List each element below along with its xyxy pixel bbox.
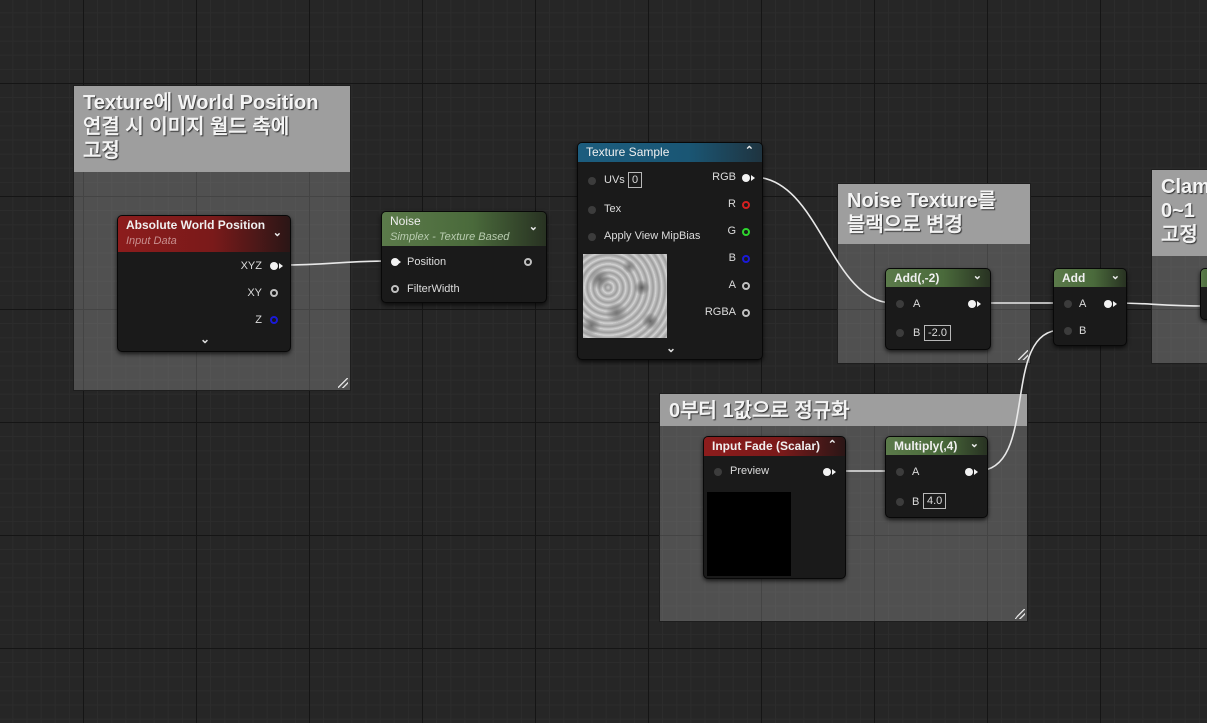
pin-arrow-icon [279, 263, 283, 269]
node-noise[interactable]: Noise Simplex - Texture Based ⌄ Position… [381, 211, 547, 303]
pin-label-b: B [1079, 325, 1087, 337]
pin-z-output[interactable] [270, 316, 278, 324]
node-header[interactable]: Add(,-2) ⌄ [886, 269, 990, 287]
wire-xyz-position [280, 260, 392, 266]
b-value-field[interactable]: -2.0 [924, 325, 951, 341]
texture-preview-image [583, 254, 667, 338]
pin-label-b: B [912, 496, 920, 508]
pin-label-rgba: RGBA [704, 306, 736, 318]
chevron-down-icon[interactable]: ⌄ [970, 437, 979, 450]
node-title: Input Fade (Scalar) [712, 439, 821, 453]
pin-label-a: A [1079, 298, 1087, 310]
pin-label-rgb: RGB [712, 171, 736, 183]
pin-arrow-icon [832, 469, 836, 475]
pin-mipbias-input[interactable] [588, 233, 596, 241]
pin-label-a: A [728, 279, 736, 291]
pin-a-input[interactable] [896, 468, 904, 476]
node-input-fade[interactable]: Input Fade (Scalar) ⌃ Preview [703, 436, 846, 579]
pin-arrow-icon [977, 301, 981, 307]
node-header[interactable]: Absolute World Position Input Data ⌄ [118, 216, 290, 252]
pin-xyz-output[interactable] [270, 262, 278, 270]
chevron-down-icon[interactable]: ⌄ [1111, 269, 1120, 282]
chevron-down-icon[interactable]: ⌄ [529, 220, 538, 233]
pin-a-input[interactable] [1064, 300, 1072, 308]
pin-label-xy: XY [247, 287, 262, 299]
pin-b-input[interactable] [1064, 327, 1072, 335]
pin-label-z: Z [255, 314, 262, 326]
pin-label-tex: Tex [604, 203, 622, 215]
pin-label-mipbias: Apply View MipBias [604, 230, 701, 242]
resize-handle[interactable] [1018, 350, 1028, 360]
chevron-up-icon[interactable]: ⌃ [745, 144, 754, 157]
pin-b-input[interactable] [896, 329, 904, 337]
preview-swatch [707, 492, 791, 576]
pin-b-input[interactable] [896, 498, 904, 506]
node-header[interactable]: Multiply(,4) ⌄ [886, 437, 987, 455]
pin-label-a: A [912, 466, 920, 478]
node-title: Noise [390, 214, 421, 228]
pin-label-xyz: XYZ [240, 260, 262, 272]
pin-rgba-output[interactable] [742, 309, 750, 317]
pin-a-input[interactable] [896, 300, 904, 308]
wire-add-clamp [1115, 302, 1207, 307]
node-subtitle: Simplex - Texture Based [390, 231, 510, 243]
node-title: Absolute World Position [126, 218, 266, 232]
node-add-neg2[interactable]: Add(,-2) ⌄ A B -2.0 [885, 268, 991, 350]
b-value-field[interactable]: 4.0 [923, 493, 947, 509]
chevron-down-icon[interactable]: ⌄ [973, 269, 982, 282]
node-title: Multiply(,4) [894, 439, 958, 453]
pin-output[interactable] [968, 300, 976, 308]
chevron-down-icon[interactable]: ⌄ [200, 332, 210, 346]
node-subtitle: Input Data [126, 235, 177, 247]
pin-label-preview: Preview [730, 465, 770, 477]
node-header[interactable]: Add ⌄ [1054, 269, 1126, 287]
pin-output[interactable] [1104, 300, 1112, 308]
pin-arrow-icon [397, 259, 401, 265]
pin-label-position: Position [407, 256, 447, 268]
node-absolute-world-position[interactable]: Absolute World Position Input Data ⌄ XYZ… [117, 215, 291, 352]
pin-arrow-icon [751, 175, 755, 181]
chevron-down-icon[interactable]: ⌄ [666, 341, 676, 355]
uvs-value-field[interactable]: 0 [628, 172, 643, 188]
pin-label-uvs: UVs [604, 174, 625, 186]
wire-rgb-add [752, 176, 894, 304]
pin-rgb-output[interactable] [742, 174, 750, 182]
node-header [1201, 269, 1207, 287]
pin-label-g: G [727, 225, 736, 237]
pin-preview-input[interactable] [714, 468, 722, 476]
pin-output[interactable] [524, 258, 532, 266]
pin-arrow-icon [1113, 301, 1117, 307]
node-add[interactable]: Add ⌄ A B [1053, 268, 1127, 346]
pin-filterwidth-input[interactable] [391, 285, 399, 293]
node-clamp-partial[interactable] [1200, 268, 1207, 320]
pin-tex-input[interactable] [588, 206, 596, 214]
pin-output[interactable] [965, 468, 973, 476]
pin-arrow-icon [974, 469, 978, 475]
pin-label-r: R [728, 198, 736, 210]
node-header[interactable]: Noise Simplex - Texture Based ⌄ [382, 212, 546, 246]
pin-r-output[interactable] [742, 201, 750, 209]
node-title: Texture Sample [586, 145, 670, 159]
pin-label-b: B [913, 327, 921, 339]
pin-a-output[interactable] [742, 282, 750, 290]
node-title: Add(,-2) [894, 271, 940, 285]
node-header[interactable]: Input Fade (Scalar) ⌃ [704, 437, 845, 456]
node-multiply[interactable]: Multiply(,4) ⌄ A B 4.0 [885, 436, 988, 518]
pin-label-filterwidth: FilterWidth [407, 283, 460, 295]
node-texture-sample[interactable]: Texture Sample ⌃ UVs 0 Tex Apply View Mi… [577, 142, 763, 360]
chevron-down-icon[interactable]: ⌄ [273, 226, 282, 239]
pin-label-b: B [728, 252, 736, 264]
pin-output[interactable] [823, 468, 831, 476]
pin-label-a: A [913, 298, 921, 310]
pin-uvs-input[interactable] [588, 177, 596, 185]
pin-xy-output[interactable] [270, 289, 278, 297]
pin-b-output[interactable] [742, 255, 750, 263]
node-title: Add [1062, 271, 1086, 285]
node-header[interactable]: Texture Sample ⌃ [578, 143, 762, 162]
wires [280, 176, 1207, 472]
chevron-up-icon[interactable]: ⌃ [828, 438, 837, 451]
pin-g-output[interactable] [742, 228, 750, 236]
